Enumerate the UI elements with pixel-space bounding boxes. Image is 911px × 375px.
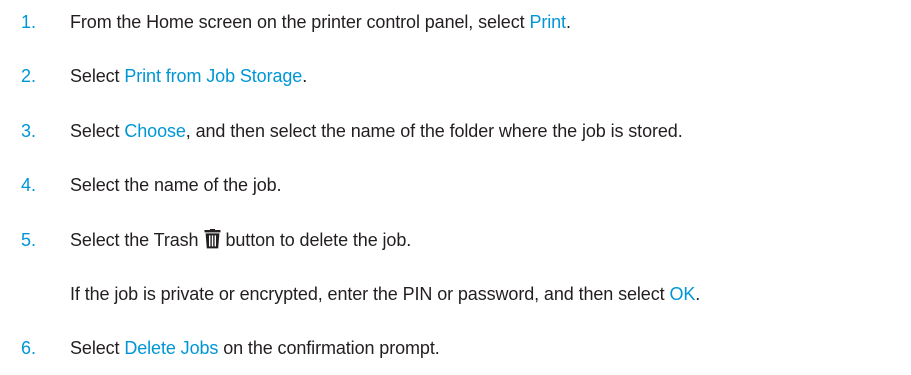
step-text-before: Select <box>70 66 125 86</box>
step-text: Select Delete Jobs on the confirmation p… <box>70 337 440 359</box>
print-from-job-storage-link[interactable]: Print from Job Storage <box>124 66 302 86</box>
step-number: 2. <box>21 66 37 86</box>
step-number: 1. <box>21 12 37 32</box>
delete-jobs-link[interactable]: Delete Jobs <box>124 338 218 358</box>
ok-link[interactable]: OK <box>669 284 695 304</box>
note-text-after: . <box>695 284 701 304</box>
step-note-text: If the job is private or encrypted, ente… <box>70 283 700 305</box>
step-text: Select the Trash button to delete the job… <box>70 229 411 254</box>
note-text-before: If the job is private or encrypted, ente… <box>70 284 670 304</box>
step-text-after: . <box>302 66 308 86</box>
step-text-after: . <box>565 12 571 32</box>
step-text: Select Print from Job Storage. <box>70 65 307 87</box>
step-number: 5. <box>21 230 37 250</box>
step-number: 6. <box>21 338 37 358</box>
instruction-steps: 1. From the Home screen on the printer c… <box>0 0 911 375</box>
choose-link[interactable]: Choose <box>124 121 186 141</box>
step-text-before: Select the Trash <box>70 230 199 250</box>
step-text: From the Home screen on the printer cont… <box>70 11 571 33</box>
step-text: Select Choose, and then select the name … <box>70 120 683 142</box>
trash-icon <box>204 229 221 254</box>
step-text-before: Select <box>70 338 125 358</box>
step-text-after: , and then select the name of the folder… <box>185 121 683 141</box>
step-text-after: button to delete the job. <box>225 230 412 250</box>
step-number: 3. <box>21 121 37 141</box>
print-link[interactable]: Print <box>529 12 566 32</box>
step-number: 4. <box>21 175 37 195</box>
step-text-before: Select <box>70 121 125 141</box>
step-text-before: From the Home screen on the printer cont… <box>70 12 530 32</box>
step-text: Select the name of the job. <box>70 175 282 195</box>
step-text-after: on the confirmation prompt. <box>218 338 440 358</box>
